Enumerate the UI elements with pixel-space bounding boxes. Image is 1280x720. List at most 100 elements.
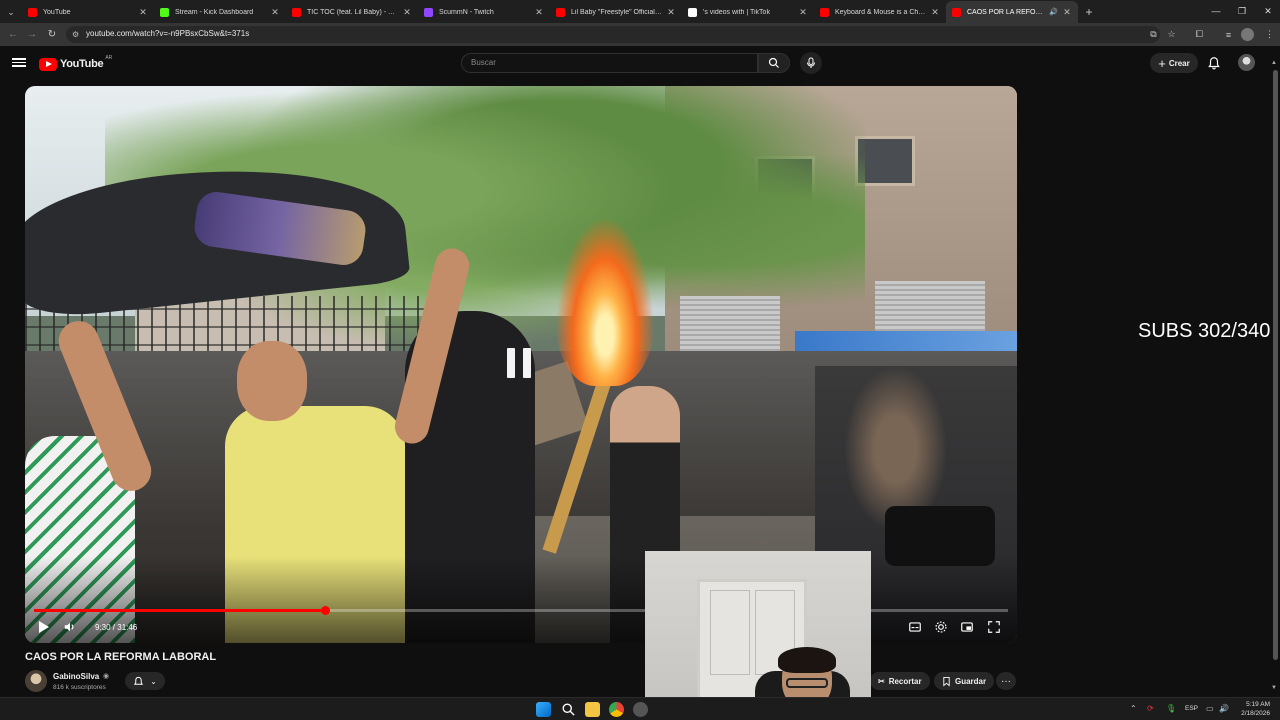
subs-counter-overlay: SUBS 302/340	[1138, 320, 1271, 342]
browser-tab[interactable]: Lil Baby "Freestyle" Official Music ✕	[550, 1, 682, 23]
tab-close-icon[interactable]: ✕	[798, 7, 808, 18]
browser-tab[interactable]: TIC TOC (feat. Lil Baby) - YouTube ✕	[286, 1, 418, 23]
fullscreen-icon[interactable]	[987, 620, 1001, 634]
subscriber-count: 816 k suscriptores	[53, 684, 106, 691]
tab-title: ScummN - Twitch	[439, 8, 494, 16]
create-button[interactable]: + Crear	[1150, 53, 1198, 73]
voice-search-button[interactable]	[800, 52, 822, 74]
channel-name[interactable]: GabinoSilva	[53, 672, 99, 681]
tab-title: Stream - Kick Dashboard	[175, 8, 254, 16]
notifications-bell-icon[interactable]	[1207, 56, 1221, 70]
scroll-down-arrow-icon[interactable]: ▼	[1271, 685, 1277, 691]
time-display: 9:30 / 31:46	[95, 623, 138, 632]
browser-tab[interactable]: CAOS POR LA REFORMA LA🔊 ✕	[946, 1, 1078, 23]
create-label: Crear	[1168, 58, 1190, 68]
browser-toolbar: ← → ↻ ⚙ youtube.com/watch?v=-n9PBsxCbSw&…	[0, 23, 1280, 46]
tab-favicon-icon	[556, 7, 565, 17]
video-title: CAOS POR LA REFORMA LABORAL	[25, 651, 217, 663]
video-frame-shutter-2	[680, 296, 780, 351]
save-label: Guardar	[955, 676, 987, 686]
taskbar-search-icon[interactable]	[561, 702, 576, 717]
more-actions-button[interactable]: ···	[996, 672, 1016, 690]
tab-audio-icon[interactable]: 🔊	[1049, 8, 1058, 16]
play-button[interactable]	[37, 620, 51, 634]
verified-badge-icon: ◉	[103, 673, 110, 680]
file-explorer-icon[interactable]	[585, 702, 600, 717]
extensions-icon[interactable]: ⧠	[1193, 28, 1206, 41]
clock-date[interactable]: 2/18/2026	[1236, 710, 1270, 717]
scroll-up-arrow-icon[interactable]: ▲	[1271, 60, 1277, 66]
bookmark-star-icon[interactable]: ☆	[1165, 28, 1178, 41]
tab-close-icon[interactable]: ✕	[1062, 7, 1072, 18]
install-app-icon[interactable]: ⧉	[1147, 28, 1160, 41]
tab-close-icon[interactable]: ✕	[402, 7, 412, 18]
tab-close-icon[interactable]: ✕	[270, 7, 280, 18]
tab-title: 's videos with | TikTok	[703, 8, 770, 16]
tray-volume-icon[interactable]: 🔊	[1219, 704, 1229, 713]
reload-button[interactable]: ↻	[45, 27, 59, 41]
page-scrollbar-thumb[interactable]	[1273, 70, 1278, 660]
tray-sync-icon[interactable]: ⟳	[1147, 704, 1154, 713]
tab-close-icon[interactable]: ✕	[666, 7, 676, 18]
profile-avatar-icon[interactable]	[1241, 28, 1254, 41]
new-tab-button[interactable]: +	[1078, 1, 1100, 23]
clock-time[interactable]: 5:19 AM	[1240, 701, 1270, 708]
windows-taskbar: ⌃ ⟳ 🎙 ESP ▭ 🔊 5:19 AM 2/18/2026	[0, 697, 1280, 720]
video-frame-shutter	[875, 281, 985, 336]
site-info-icon[interactable]: ⚙	[72, 30, 79, 39]
chrome-taskbar-icon[interactable]	[609, 702, 624, 717]
tray-microphone-icon[interactable]: 🎙	[1166, 704, 1176, 713]
browser-tab[interactable]: ScummN - Twitch ✕	[418, 1, 550, 23]
tabs-container: YouTube ✕ Stream - Kick Dashboard ✕ TIC TOC …	[22, 1, 1078, 23]
volume-icon[interactable]	[63, 620, 77, 634]
pause-overlay-icon[interactable]	[507, 348, 531, 378]
windows-start-icon[interactable]	[536, 702, 551, 717]
video-frame-man-head	[237, 341, 307, 421]
scissors-icon: ✂	[878, 676, 885, 686]
maximize-window-button[interactable]: ❐	[1229, 0, 1255, 22]
youtube-logo-text: YouTube	[60, 58, 104, 70]
search-button[interactable]	[758, 53, 790, 73]
webcam-streamer-hair	[778, 647, 836, 673]
channel-avatar[interactable]	[25, 670, 47, 692]
subtitles-icon[interactable]	[908, 620, 922, 634]
obs-taskbar-icon[interactable]	[633, 702, 648, 717]
video-frame-flame	[555, 216, 655, 386]
address-bar[interactable]: ⚙ youtube.com/watch?v=-n9PBsxCbSw&t=371s	[66, 26, 1160, 43]
tab-close-icon[interactable]: ✕	[138, 7, 148, 18]
subscription-bell-button[interactable]: ⌄	[125, 672, 165, 690]
youtube-header: YouTube AR Buscar + Crear	[0, 46, 1280, 82]
search-icon	[768, 57, 779, 68]
account-avatar[interactable]	[1238, 54, 1255, 71]
tab-search-button[interactable]: ⌄	[0, 1, 22, 23]
minimize-window-button[interactable]: —	[1203, 0, 1229, 22]
tray-chevron-up-icon[interactable]: ⌃	[1130, 704, 1137, 713]
tab-title: CAOS POR LA REFORMA LA	[967, 8, 1048, 16]
youtube-logo[interactable]: YouTube AR	[39, 55, 113, 72]
search-input[interactable]: Buscar	[461, 53, 758, 73]
keyboard-language[interactable]: ESP	[1185, 705, 1198, 712]
clip-label: Recortar	[888, 676, 922, 686]
browser-tab[interactable]: 's videos with | TikTok ✕	[682, 1, 814, 23]
youtube-play-logo-icon	[39, 57, 57, 71]
tab-close-icon[interactable]: ✕	[930, 7, 940, 18]
browser-menu-icon[interactable]: ⋮	[1263, 28, 1276, 41]
tab-title: TIC TOC (feat. Lil Baby) - YouTube	[307, 8, 398, 16]
miniplayer-icon[interactable]	[960, 620, 974, 634]
browser-tab[interactable]: YouTube ✕	[22, 1, 154, 23]
back-button[interactable]: ←	[6, 27, 20, 41]
save-button[interactable]: Guardar	[934, 672, 995, 690]
tab-favicon-icon	[424, 7, 433, 17]
close-window-button[interactable]: ✕	[1255, 0, 1280, 22]
tray-display-icon[interactable]: ▭	[1206, 704, 1214, 713]
country-code: AR	[105, 55, 113, 61]
settings-gear-icon[interactable]	[934, 620, 948, 634]
tab-close-icon[interactable]: ✕	[534, 7, 544, 18]
clip-button[interactable]: ✂ Recortar	[870, 672, 930, 690]
browser-tab[interactable]: Stream - Kick Dashboard ✕	[154, 1, 286, 23]
forward-button[interactable]: →	[25, 27, 39, 41]
media-controls-icon[interactable]: ≡	[1222, 28, 1235, 41]
tab-favicon-icon	[28, 7, 37, 17]
hamburger-menu-icon[interactable]	[12, 56, 26, 70]
browser-tab[interactable]: Keyboard & Mouse is a Cheat Co ✕	[814, 1, 946, 23]
